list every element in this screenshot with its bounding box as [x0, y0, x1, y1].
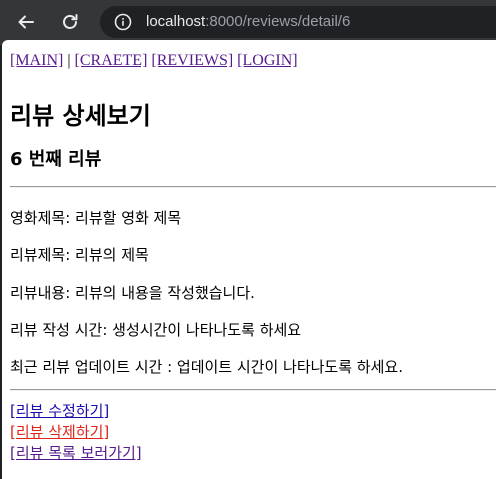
top-navigation: [MAIN] | [CRAETE] [REVIEWS] [LOGIN] — [10, 52, 298, 70]
nav-separator: | — [67, 52, 71, 69]
browser-toolbar: localhost:8000/reviews/detail/6 — [0, 0, 496, 45]
back-button[interactable] — [12, 8, 40, 36]
movie-title-field: 영화제목: 리뷰할 영화 제목 — [10, 209, 182, 227]
divider — [10, 186, 496, 188]
nav-create-link[interactable]: [CRAETE] — [75, 52, 148, 69]
updated-time-field: 최근 리뷰 업데이트 시간 : 업데이트 시간이 나타나도록 하세요. — [10, 358, 403, 376]
nav-reviews-link[interactable]: [REVIEWS] — [151, 52, 233, 69]
review-number-heading: 6 번째 리뷰 — [10, 149, 102, 170]
arrow-left-icon — [18, 15, 34, 29]
created-time-field: 리뷰 작성 시간: 생성시간이 나타나도록 하세요 — [10, 321, 302, 339]
reload-icon — [63, 14, 78, 29]
review-content-field: 리뷰내용: 리뷰의 내용을 작성했습니다. — [10, 284, 255, 302]
url-host: localhost — [146, 13, 206, 30]
address-bar[interactable]: localhost:8000/reviews/detail/6 — [100, 6, 496, 38]
review-title-field: 리뷰제목: 리뷰의 제목 — [10, 246, 149, 264]
url-text: localhost:8000/reviews/detail/6 — [146, 6, 350, 38]
nav-login-link[interactable]: [LOGIN] — [237, 52, 297, 69]
review-actions: [리뷰 수정하기] [리뷰 삭제하기] [리뷰 목록 보러가기] — [10, 401, 142, 464]
review-list-link[interactable]: [리뷰 목록 보러가기] — [10, 443, 142, 464]
info-icon[interactable] — [114, 13, 132, 31]
nav-main-link[interactable]: [MAIN] — [10, 52, 63, 69]
reload-button[interactable] — [56, 8, 84, 36]
edit-review-link[interactable]: [리뷰 수정하기] — [10, 401, 142, 422]
url-path: :8000/reviews/detail/6 — [205, 13, 351, 30]
delete-review-link[interactable]: [리뷰 삭제하기] — [10, 422, 142, 443]
divider — [10, 389, 496, 391]
page-title: 리뷰 상세보기 — [10, 102, 151, 130]
page-viewport: [MAIN] | [CRAETE] [REVIEWS] [LOGIN] 리뷰 상… — [2, 40, 496, 479]
